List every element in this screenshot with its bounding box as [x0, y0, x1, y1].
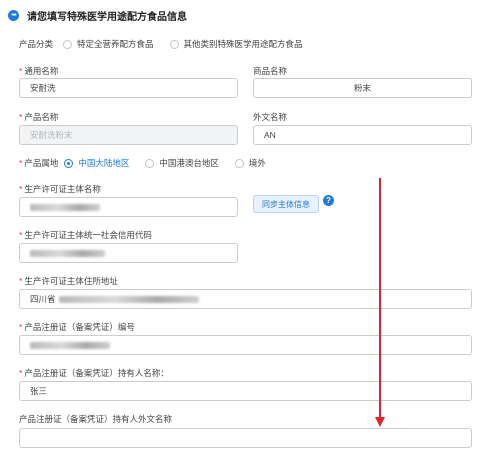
- radio-circle-icon[interactable]: [169, 39, 179, 49]
- chat-bubble-icon: •••: [8, 9, 19, 21]
- redacted-text: [30, 249, 105, 257]
- registration-number-input[interactable]: [19, 335, 472, 355]
- holder-foreign-name-input[interactable]: [19, 428, 472, 448]
- licensee-name-label: * 生产许可证主体名称: [19, 184, 101, 194]
- foreign-name-input[interactable]: AN: [253, 125, 472, 145]
- common-name-input[interactable]: 安耐洗: [19, 78, 238, 98]
- holder-foreign-name-label: 产品注册证（备案凭证）持有人外文名称: [19, 414, 173, 424]
- question-mark-icon[interactable]: ?: [323, 195, 334, 206]
- origin-label: 产品属地: [24, 158, 59, 168]
- origin-option-overseas[interactable]: 境外: [234, 157, 266, 169]
- licensee-name-input[interactable]: [19, 197, 238, 217]
- credit-code-label: * 生产许可证主体统一社会信用代码: [19, 230, 152, 240]
- radio-circle-icon[interactable]: [145, 158, 155, 168]
- annotation-arrow-head-icon: [375, 417, 385, 427]
- product-name-input: 安耐洗粉末: [19, 125, 238, 145]
- credit-code-input[interactable]: [19, 243, 238, 263]
- annotation-arrow-line: [379, 178, 381, 418]
- category-option-full-nutrition[interactable]: 特定全营养配方食品: [63, 38, 154, 50]
- redacted-text: [58, 295, 199, 303]
- origin-option-mainland[interactable]: 中国大陆地区: [64, 157, 129, 169]
- common-name-label: * 通用名称: [19, 66, 59, 76]
- foreign-name-label: 外文名称: [253, 112, 288, 122]
- product-name-label: * 产品名称: [19, 112, 59, 122]
- category-option-other[interactable]: 其他类别特殊医学用途配方食品: [169, 38, 303, 50]
- registration-number-label: * 产品注册证（备案凭证）编号: [19, 322, 135, 332]
- address-label: * 生产许可证主体住所地址: [19, 276, 118, 286]
- holder-name-input[interactable]: 张三: [19, 381, 472, 401]
- section-header: ••• 请您填写特殊医学用途配方食品信息: [8, 8, 187, 23]
- radio-circle-icon[interactable]: [234, 158, 244, 168]
- trade-name-input[interactable]: 粉末: [253, 78, 472, 98]
- section-title: 请您填写特殊医学用途配方食品信息: [27, 11, 187, 23]
- address-input[interactable]: 四川省: [19, 289, 472, 309]
- origin-option-hk-macau-taiwan[interactable]: 中国港澳台地区: [145, 157, 219, 169]
- product-category-label: 产品分类: [19, 39, 54, 49]
- product-category-radio-group: 特定全营养配方食品 其他类别特殊医学用途配方食品: [63, 38, 319, 50]
- sync-entity-info-button[interactable]: 同步主体信息: [253, 195, 319, 213]
- trade-name-label: 商品名称: [253, 66, 288, 76]
- holder-name-label: * 产品注册证（备案凭证）持有人名称：: [19, 368, 169, 378]
- redacted-text: [30, 203, 100, 211]
- radio-checked-icon[interactable]: [64, 158, 74, 168]
- radio-circle-icon[interactable]: [63, 39, 72, 49]
- redacted-text: [30, 341, 110, 349]
- origin-row: * 产品属地 中国大陆地区 中国港澳台地区 境外: [19, 157, 266, 169]
